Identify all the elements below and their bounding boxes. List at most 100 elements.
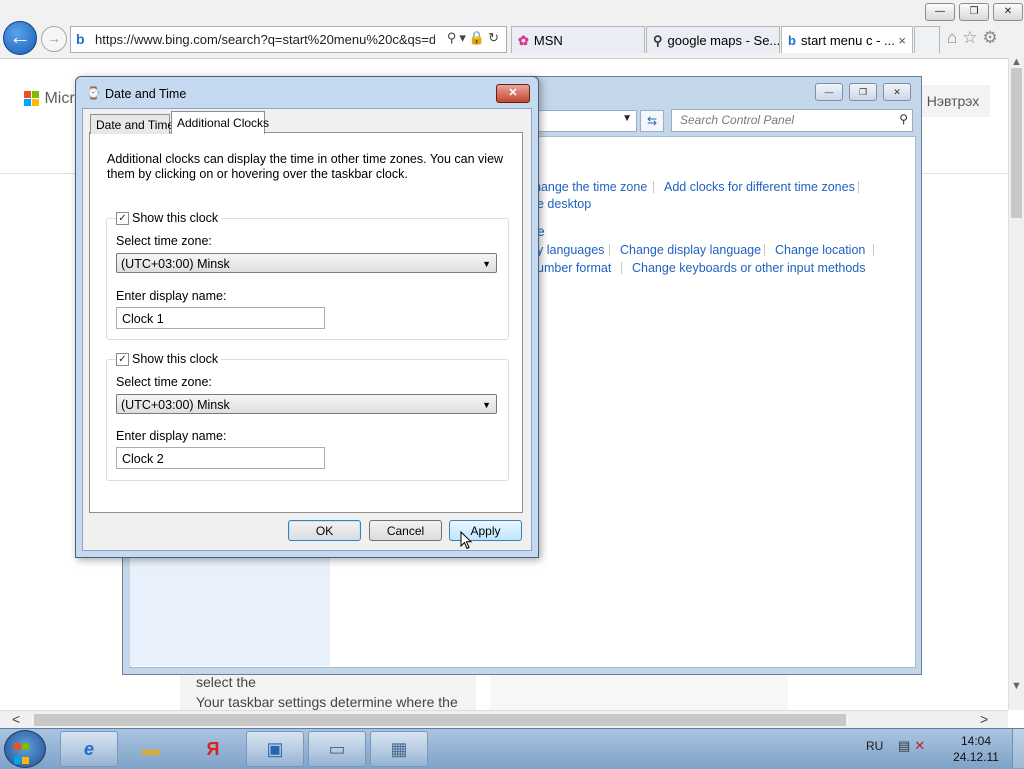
show-clock-1-label[interactable]: Show this clock (129, 211, 222, 225)
arrow-right-icon: → (47, 30, 61, 46)
chevron-left-icon[interactable]: < (12, 711, 20, 727)
search-placeholder: Search Control Panel (680, 113, 795, 127)
yandex-icon: Я (206, 739, 220, 759)
display-name-field-2[interactable]: Clock 2 (116, 447, 325, 469)
search-icon[interactable]: ⚲ (447, 30, 460, 45)
page-snippet: select the Your taskbar settings determi… (180, 672, 476, 712)
taskbar-explorer[interactable]: ▬ (122, 731, 180, 767)
tab-date-and-time[interactable]: Date and Time (90, 114, 174, 134)
time-zone-select-1[interactable]: (UTC+03:00) Minsk ▼ (116, 253, 497, 273)
cancel-button[interactable]: Cancel (369, 520, 442, 541)
time-zone-value: (UTC+03:00) Minsk (121, 398, 230, 412)
show-clock-2-label[interactable]: Show this clock (129, 352, 222, 366)
link-change-time-zone[interactable]: hange the time zone (534, 180, 647, 194)
time-zone-select-2[interactable]: (UTC+03:00) Minsk ▼ (116, 394, 497, 414)
link-desktop[interactable]: e desktop (537, 197, 591, 211)
clocks-description: Additional clocks can display the time i… (107, 152, 504, 181)
close-button[interactable]: ✕ (993, 3, 1023, 21)
dialog-title: Date and Time (105, 87, 187, 101)
forward-button[interactable]: → (41, 26, 67, 52)
tray-icons[interactable]: ▤✕ (898, 738, 929, 754)
time-zone-label: Select time zone: (116, 234, 212, 248)
chevron-down-icon[interactable]: ▼ (1011, 680, 1022, 692)
time-zone-label: Select time zone: (116, 375, 212, 389)
lock-icon[interactable]: 🔒 (469, 30, 488, 45)
link-add-clocks[interactable]: Add clocks for different time zones (664, 180, 855, 194)
back-button[interactable]: ← (3, 21, 37, 55)
cp-close-button[interactable]: ✕ (883, 83, 911, 101)
link-separator (621, 262, 622, 274)
taskbar-internet-explorer[interactable]: e (60, 731, 118, 767)
tab-additional-clocks[interactable]: Additional Clocks (171, 111, 269, 134)
link-languages[interactable]: y languages (537, 243, 604, 257)
new-tab-button[interactable] (914, 26, 940, 53)
window-icon: ▭ (328, 739, 346, 759)
clock-icon: ⌚ (86, 86, 101, 100)
minimize-button[interactable]: — (925, 3, 955, 21)
cp-maximize-button[interactable]: ❐ (849, 83, 877, 101)
show-clock-2-checkbox[interactable]: ✓ (116, 353, 129, 366)
address-bar[interactable]: b https://www.bing.com/search?q=start%20… (70, 26, 507, 53)
display-name-label: Enter display name: (116, 289, 227, 303)
taskbar-yandex[interactable]: Я (184, 731, 242, 767)
tab-msn[interactable]: ✿ MSN (511, 26, 645, 53)
link-number-format[interactable]: umber format (537, 261, 611, 275)
link-change-display-language[interactable]: Change display language (620, 243, 761, 257)
chevron-down-icon[interactable]: ▼ (622, 113, 632, 124)
dialog-close-button[interactable]: ✕ (496, 84, 530, 103)
time-zone-value: (UTC+03:00) Minsk (121, 257, 230, 271)
tab-start-menu[interactable]: b start menu c - ... × (781, 26, 913, 53)
link-change-keyboards[interactable]: Change keyboards or other input methods (632, 261, 865, 275)
link-separator (873, 244, 874, 256)
gear-icon[interactable]: ⚙ (983, 28, 1003, 47)
search-icon[interactable]: ⚲ (899, 112, 908, 126)
show-clock-1-checkbox[interactable]: ✓ (116, 212, 129, 225)
sign-in-button[interactable]: Нэвтрэх (916, 85, 990, 117)
cp-minimize-button[interactable]: — (815, 83, 843, 101)
taskbar-clock-date[interactable]: 24.12.11 (946, 750, 1006, 764)
address-url[interactable]: https://www.bing.com/search?q=start%20me… (95, 32, 435, 47)
volume-muted-icon[interactable]: ✕ (914, 738, 929, 753)
control-panel-icon: ▣ (266, 739, 284, 759)
vertical-scrollbar[interactable]: ▲ ▼ (1008, 56, 1024, 710)
tab-google-maps[interactable]: ⚲ google maps - Se... (646, 26, 780, 53)
refresh-button[interactable]: ⇆ (640, 110, 664, 132)
chevron-up-icon[interactable]: ▲ (1011, 56, 1022, 68)
tab-label: MSN (533, 33, 563, 48)
show-desktop-button[interactable] (1012, 729, 1024, 768)
taskbar-date-time[interactable]: ▦ (370, 731, 428, 767)
scroll-thumb[interactable] (34, 714, 846, 726)
tab-label: start menu c - ... (800, 33, 895, 48)
ok-button[interactable]: OK (288, 520, 361, 541)
internet-explorer-icon: e (83, 739, 94, 759)
link-separator (653, 181, 654, 193)
calendar-clock-icon: ▦ (390, 739, 408, 759)
taskbar-clock-time[interactable]: 14:04 (946, 734, 1006, 748)
taskbar-control-panel[interactable]: ▣ (246, 731, 304, 767)
search-input[interactable]: Search Control Panel ⚲ (671, 109, 913, 132)
display-name-field-1[interactable]: Clock 1 (116, 307, 325, 329)
link-separator (858, 181, 859, 193)
home-icon[interactable]: ⌂ (947, 28, 962, 47)
taskbar-window[interactable]: ▭ (308, 731, 366, 767)
refresh-icon[interactable]: ↻ (488, 30, 502, 45)
language-indicator[interactable]: RU (866, 739, 883, 753)
windows-logo-icon (24, 90, 40, 107)
control-panel-left-pane (130, 545, 330, 666)
page-snippet-right (490, 672, 788, 712)
favorites-star-icon[interactable]: ☆ (962, 28, 982, 47)
tab-close-button[interactable]: × (898, 27, 906, 53)
network-icon[interactable]: ▤ (898, 738, 914, 753)
link-change-location[interactable]: Change location (775, 243, 865, 257)
chevron-right-icon[interactable]: > (980, 711, 988, 727)
maximize-button[interactable]: ❐ (959, 3, 989, 21)
address-actions[interactable]: ⚲▾🔒↻ (447, 30, 502, 46)
scroll-thumb[interactable] (1011, 68, 1022, 218)
link-separator (609, 244, 610, 256)
microsoft-logo[interactable]: Micr (24, 90, 75, 108)
browser-right-icons[interactable]: ⌂☆⚙ (947, 28, 1003, 48)
chevron-down-icon: ▼ (482, 259, 491, 269)
bing-icon: b (76, 31, 85, 47)
horizontal-scrollbar[interactable]: < > (0, 710, 1008, 729)
address-breadcrumb[interactable]: ▼ (530, 110, 637, 132)
